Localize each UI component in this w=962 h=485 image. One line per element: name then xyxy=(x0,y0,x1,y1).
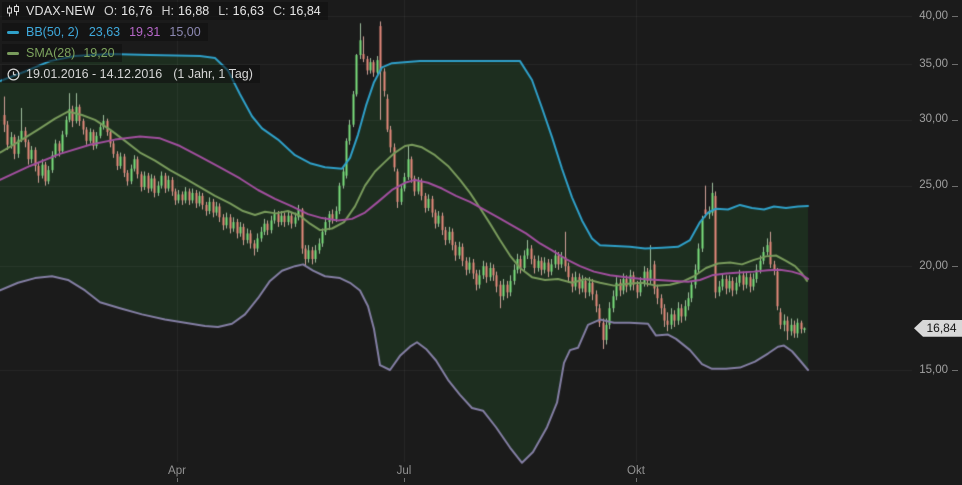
chart-window: VDAX-NEW O: 16,76 H: 16,88 L: 16,63 C: 1… xyxy=(0,0,962,485)
x-axis-tick xyxy=(404,478,405,482)
last-price-tag: 16,84 xyxy=(914,319,962,337)
period-label: (1 Jahr, 1 Tag) xyxy=(173,67,253,81)
bb-indicator-name: BB(50, 2) xyxy=(26,25,79,39)
bb-lower-value: 15,00 xyxy=(169,25,201,39)
legend-bb-row[interactable]: BB(50, 2) 23,63 19,31 15,00 xyxy=(2,23,208,41)
y-axis-tick xyxy=(952,266,958,268)
open-label: O: xyxy=(103,4,118,18)
x-axis-label: Apr xyxy=(168,465,186,477)
bb-upper-value: 23,63 xyxy=(88,25,121,39)
y-axis-label: 25,00 xyxy=(919,179,948,192)
legend-sma-row[interactable]: SMA(28) 19,20 xyxy=(2,44,122,62)
candlestick-chart-icon xyxy=(5,4,21,18)
y-axis-label: 20,00 xyxy=(919,259,948,272)
legend-symbol-row[interactable]: VDAX-NEW O: 16,76 H: 16,88 L: 16,63 C: 1… xyxy=(2,2,328,20)
high-label: H: xyxy=(161,4,174,18)
sma-value: 19,20 xyxy=(83,46,115,60)
y-axis-label: 30,00 xyxy=(919,113,948,126)
bb-line-icon xyxy=(5,30,21,34)
x-axis-label: Okt xyxy=(627,465,645,477)
clock-icon xyxy=(5,67,21,81)
y-axis-tick xyxy=(952,16,958,17)
symbol-name: VDAX-NEW xyxy=(26,4,95,18)
bb-middle-value: 19,31 xyxy=(129,25,161,39)
open-value: 16,76 xyxy=(121,4,153,18)
x-axis-tick xyxy=(636,478,637,482)
legend-range-row[interactable]: 19.01.2016 - 14.12.2016 (1 Jahr, 1 Tag) xyxy=(2,65,260,83)
chart-legend: VDAX-NEW O: 16,76 H: 16,88 L: 16,63 C: 1… xyxy=(2,2,328,86)
y-axis-tick xyxy=(952,64,958,66)
sma-line-icon xyxy=(5,51,21,55)
date-range: 19.01.2016 - 14.12.2016 xyxy=(26,67,163,81)
close-value: 16,84 xyxy=(289,4,321,18)
y-axis-tick xyxy=(952,370,958,371)
low-value: 16,63 xyxy=(232,4,264,18)
x-axis-label: Jul xyxy=(396,465,412,477)
low-label: L: xyxy=(218,4,229,18)
high-value: 16,88 xyxy=(177,4,210,18)
y-axis-label: 40,00 xyxy=(919,9,948,22)
y-axis-label: 35,00 xyxy=(919,57,948,70)
close-label: C: xyxy=(272,4,286,18)
y-axis-tick xyxy=(952,119,958,121)
y-axis-label: 15,00 xyxy=(919,363,948,376)
x-axis-tick xyxy=(177,478,178,482)
sma-indicator-name: SMA(28) xyxy=(26,46,76,60)
y-axis[interactable]: 40,00 35,00 30,00 25,00 20,00 15,00 xyxy=(910,0,962,485)
x-axis[interactable]: Apr Jul Okt xyxy=(0,460,962,485)
y-axis-tick xyxy=(952,185,958,187)
